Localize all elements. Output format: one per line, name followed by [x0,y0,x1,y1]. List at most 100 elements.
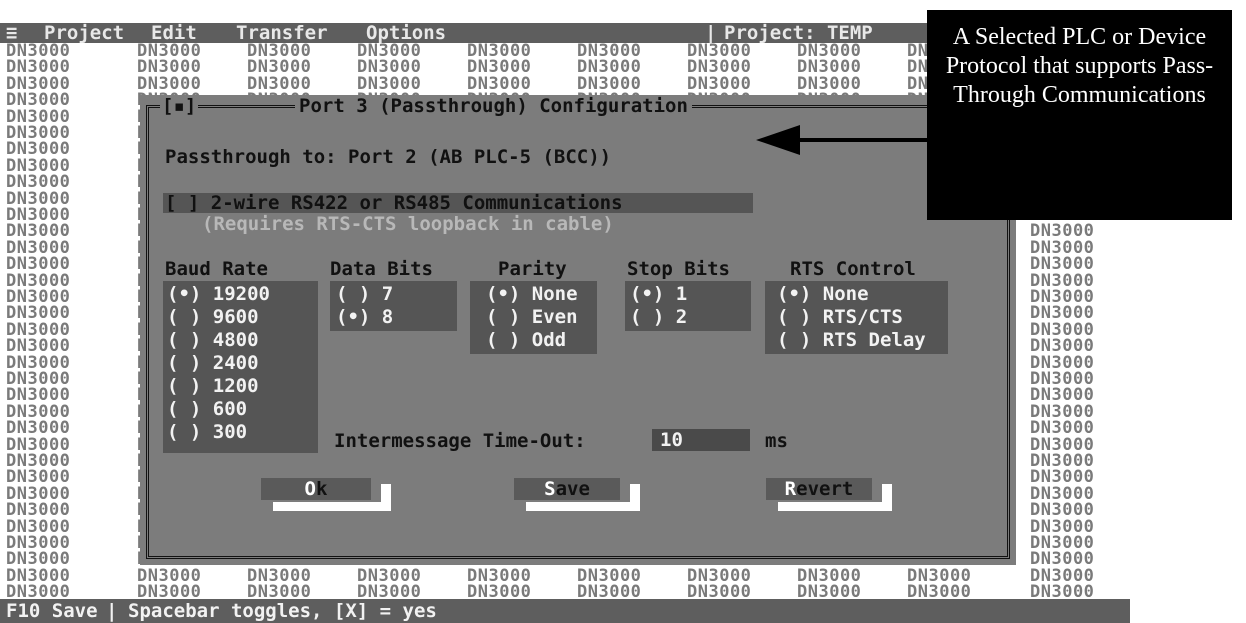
background-tile: DN3000 [357,57,422,78]
background-tile: DN3000 [6,221,71,242]
background-tile: DN3000 [6,500,71,521]
parity-header: Parity [498,258,567,280]
menu-transfer[interactable]: Transfer [236,23,328,43]
stop-bits-header: Stop Bits [627,258,730,280]
status-bar: F10 Save | Spacebar toggles, [X] = yes [0,599,1130,623]
dialog-title: Port 3 (Passthrough) Configuration [295,95,692,117]
ok-label: k [316,478,328,500]
background-tile: DN3000 [6,549,71,570]
background-tile: DN3000 [6,254,71,275]
background-tile: DN3000 [1030,549,1095,570]
save-hotkey: S [544,478,556,500]
menu-icon[interactable]: ≡ [6,23,17,43]
parity-odd-radio[interactable]: ( ) Odd [486,331,566,350]
background-tile: DN3000 [6,139,71,160]
save-button[interactable]: Save [514,478,620,500]
project-name-label: Project: TEMP [724,22,873,44]
background-tile: DN3000 [6,90,71,111]
passthrough-target-text: Passthrough to: Port 2 (AB PLC-5 (BCC)) [165,146,612,168]
background-tile: DN3000 [1030,336,1095,357]
timeout-unit: ms [765,430,788,452]
callout-arrow-head [756,125,800,155]
background-tile: DN3000 [907,582,972,603]
stop-bits-1-radio[interactable]: (•) 1 [630,285,687,304]
ok-hotkey: O [304,478,316,500]
callout-text: A Selected PLC or Device Protocol that s… [945,24,1214,108]
revert-label: evert [796,478,854,500]
save-label: ave [555,478,590,500]
ok-button-shadow-bottom [273,502,391,511]
baud-19200-radio[interactable]: (•) 19200 [167,285,270,304]
revert-hotkey: R [784,478,797,500]
background-tile: DN3000 [6,582,71,603]
background-tile: DN3000 [6,57,71,78]
background-tile: DN3000 [467,57,532,78]
background-tile: DN3000 [687,57,752,78]
dialog-close-button[interactable]: [▪] [160,95,199,117]
background-tile: DN3000 [467,582,532,603]
status-separator: | [106,600,118,622]
passthrough-config-dialog: [▪] Port 3 (Passthrough) Configuration P… [140,95,1016,565]
background-tile: DN3000 [1030,385,1095,406]
background-tile: DN3000 [1030,418,1095,439]
background-row: DN3000 DN3000 DN3000 DN3000 DN3000 DN3000 DN30… [0,582,1130,603]
status-hint: Spacebar toggles, [X] = yes [128,600,437,622]
rts-delay-radio[interactable]: ( ) RTS Delay [777,331,926,350]
background-tile: DN3000 [1030,467,1095,488]
background-tile: DN3000 [357,582,422,603]
menu-separator: | [705,22,717,44]
parity-none-radio[interactable]: (•) None [486,285,578,304]
baud-1200-radio[interactable]: ( ) 1200 [167,377,259,396]
background-tile: DN3000 [6,336,71,357]
baud-300-radio[interactable]: ( ) 300 [167,423,247,442]
loopback-note: (Requires RTS-CTS loopback in cable) [202,213,614,235]
menu-options[interactable]: Options [366,23,446,43]
timeout-input[interactable]: 10 [652,429,750,451]
save-button-shadow-bottom [526,502,640,511]
background-tile: DN3000 [247,582,312,603]
background-tile: DN3000 [6,172,71,193]
rts-control-header: RTS Control [790,258,916,280]
background-tile: DN3000 [687,582,752,603]
save-button-shadow-right [630,484,640,511]
revert-button-shadow-bottom [778,502,892,511]
background-tile: DN3000 [137,57,202,78]
background-tile: DN3000 [797,582,862,603]
baud-600-radio[interactable]: ( ) 600 [167,400,247,419]
ok-button-shadow-right [381,484,391,511]
annotation-callout: A Selected PLC or Device Protocol that s… [927,10,1232,220]
background-tile: DN3000 [6,385,71,406]
background-tile: DN3000 [577,582,642,603]
background-tile: DN3000 [1030,221,1095,242]
revert-button-shadow-right [882,484,892,511]
background-tile: DN3000 [6,467,71,488]
data-bits-7-radio[interactable]: ( ) 7 [336,285,393,304]
background-tile: DN3000 [1030,582,1095,603]
background-tile: DN3000 [6,418,71,439]
background-tile: DN3000 [1030,254,1095,275]
two-wire-checkbox[interactable]: [ ] 2-wire RS422 or RS485 Communications [165,193,623,213]
background-tile: DN3000 [6,303,71,324]
revert-button[interactable]: Revert [766,478,872,500]
menu-project[interactable]: Project [44,23,124,43]
rts-none-radio[interactable]: (•) None [777,285,869,304]
status-f10-save[interactable]: F10 Save [6,599,98,623]
stop-bits-2-radio[interactable]: ( ) 2 [630,308,687,327]
menu-edit[interactable]: Edit [151,23,197,43]
background-tile: DN3000 [577,57,642,78]
background-tile: DN3000 [1030,500,1095,521]
data-bits-8-radio[interactable]: (•) 8 [336,308,393,327]
baud-4800-radio[interactable]: ( ) 4800 [167,331,259,350]
background-tile: DN3000 [247,57,312,78]
ok-button[interactable]: Ok [261,478,371,500]
parity-even-radio[interactable]: ( ) Even [486,308,578,327]
timeout-label: Intermessage Time-Out: [334,430,586,452]
callout-arrow-line [797,138,945,142]
data-bits-header: Data Bits [330,258,433,280]
background-tile: DN3000 [797,57,862,78]
background-tile: DN3000 [1030,303,1095,324]
baud-rate-header: Baud Rate [165,258,268,280]
baud-2400-radio[interactable]: ( ) 2400 [167,354,259,373]
baud-9600-radio[interactable]: ( ) 9600 [167,308,259,327]
rts-cts-radio[interactable]: ( ) RTS/CTS [777,308,903,327]
